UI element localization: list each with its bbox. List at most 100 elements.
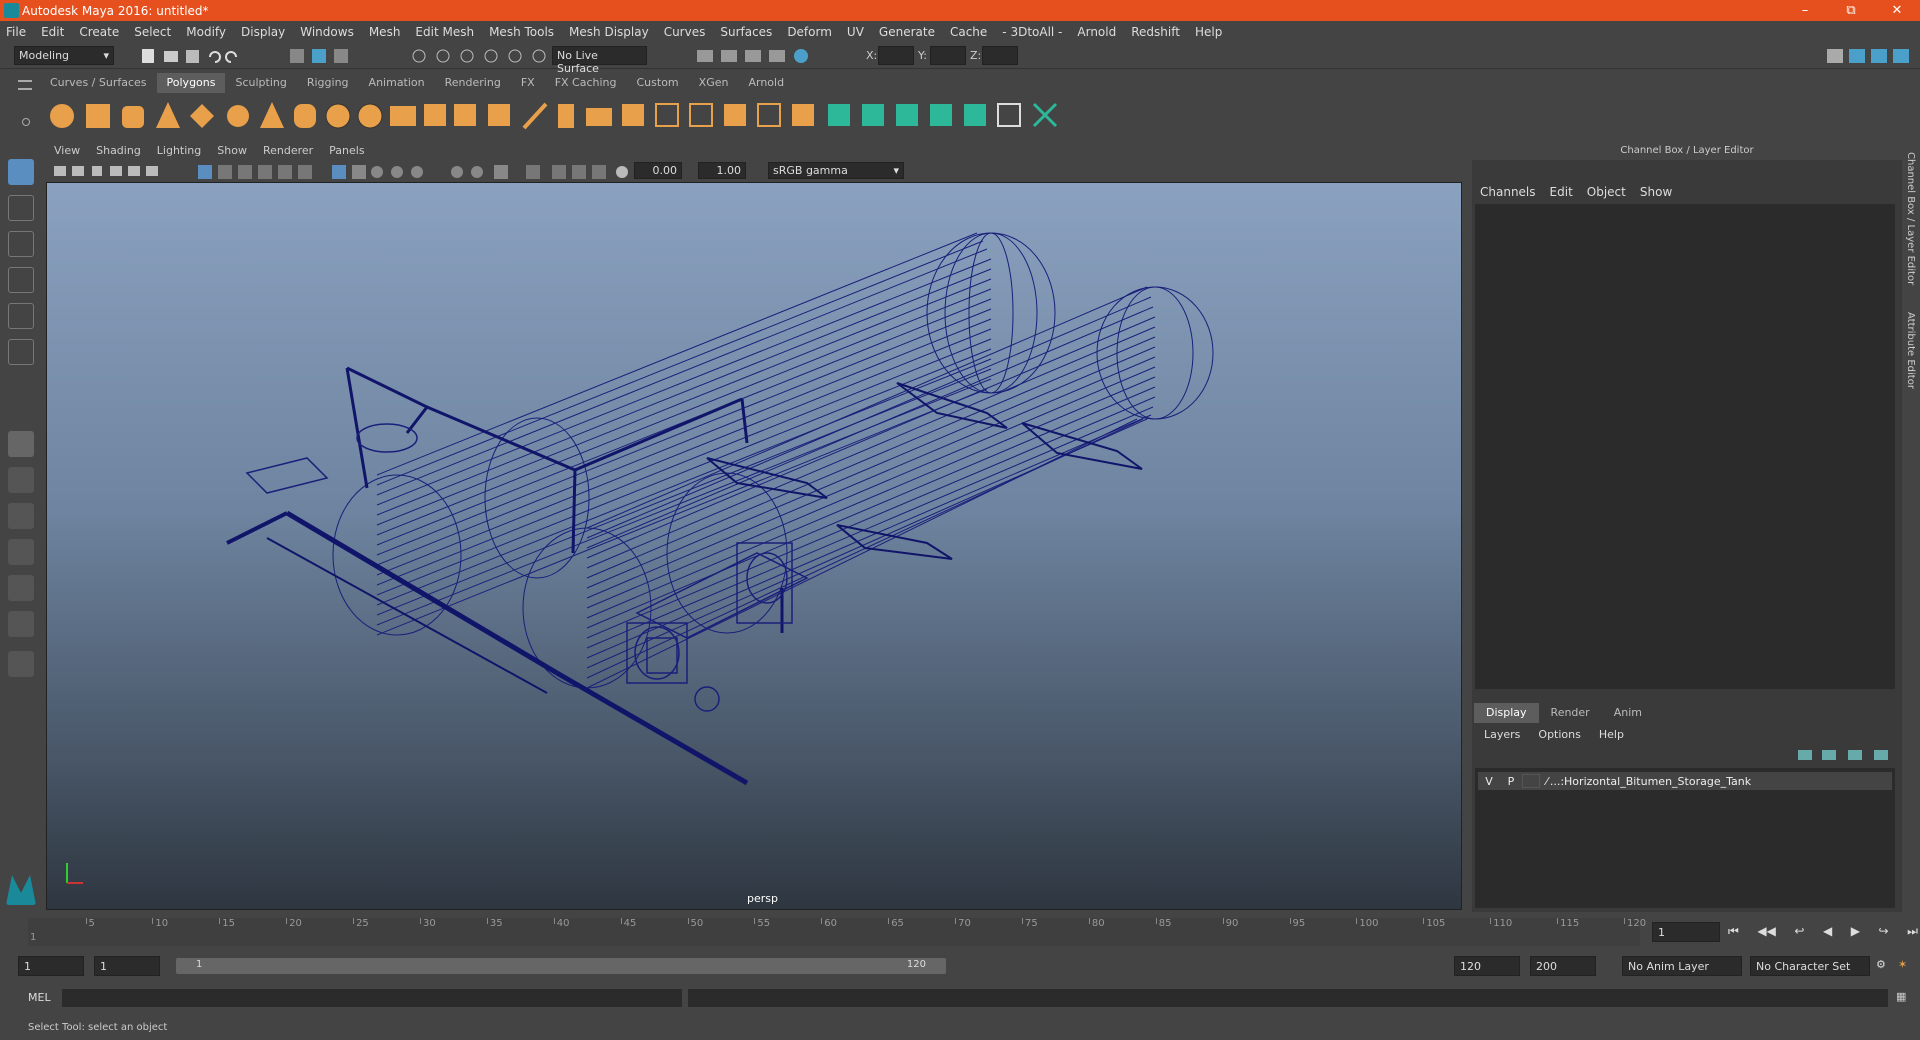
layer-playback-toggle[interactable]: P [1500, 775, 1522, 788]
layer-menu-layers[interactable]: Layers [1484, 726, 1520, 744]
start-time-field[interactable]: 1 [18, 956, 84, 976]
mode-dropdown[interactable]: Modeling ▾ [14, 46, 114, 65]
tab-custom[interactable]: Custom [627, 73, 689, 93]
vp-menu-view[interactable]: View [54, 142, 80, 160]
menu-redshift[interactable]: Redshift [1131, 25, 1180, 39]
layout-custom-icon[interactable] [8, 651, 34, 677]
viewport-toolbar-icons[interactable] [52, 162, 732, 184]
play-back-icon[interactable]: ◀ [1823, 924, 1832, 942]
render-icons[interactable] [695, 47, 815, 65]
script-editor-icon[interactable]: ▦ [1896, 990, 1906, 1003]
tab-animation[interactable]: Animation [359, 73, 435, 93]
menu-create[interactable]: Create [79, 25, 119, 39]
layout-single-icon[interactable] [8, 431, 34, 457]
restore-icon[interactable]: ⧉ [1828, 0, 1874, 21]
x-field[interactable] [878, 46, 914, 65]
shelf-icons[interactable] [40, 94, 1120, 136]
current-frame-field[interactable]: 1 [1652, 922, 1720, 942]
exposure-field[interactable]: 0.00 [634, 162, 682, 179]
tab-display[interactable]: Display [1474, 703, 1539, 723]
menu-deform[interactable]: Deform [787, 25, 832, 39]
side-tab-channel-box[interactable]: Channel Box / Layer Editor [1905, 152, 1916, 285]
tab-fx-caching[interactable]: FX Caching [545, 73, 627, 93]
character-set-dropdown[interactable]: No Character Set [1750, 956, 1870, 976]
layer-menu-help[interactable]: Help [1599, 726, 1624, 744]
menu-edit[interactable]: Edit [41, 25, 64, 39]
end-time-field[interactable]: 200 [1530, 956, 1596, 976]
file-tools-icons[interactable] [140, 47, 380, 65]
shelf-menu-icon[interactable] [18, 80, 32, 90]
perspective-viewport[interactable]: persp [46, 182, 1462, 910]
menu-surfaces[interactable]: Surfaces [720, 25, 772, 39]
vp-menu-shading[interactable]: Shading [96, 142, 141, 160]
auto-key-icon[interactable]: ⚙ [1876, 958, 1886, 971]
menu-edit-mesh[interactable]: Edit Mesh [415, 25, 474, 39]
z-field[interactable] [982, 46, 1018, 65]
vp-menu-panels[interactable]: Panels [329, 142, 364, 160]
menu-file[interactable]: File [6, 25, 26, 39]
layout-two-icon[interactable] [8, 503, 34, 529]
step-back-key-icon[interactable]: ◀◀ [1757, 924, 1775, 942]
menu-display[interactable]: Display [241, 25, 285, 39]
time-slider-track[interactable]: 1 5 10 15 20 25 30 35 40 45 50 55 60 65 70 75 80 85 90 95 1… [28, 918, 1646, 946]
tab-sculpting[interactable]: Sculpting [225, 73, 296, 93]
tab-render[interactable]: Render [1539, 703, 1602, 723]
menu-help[interactable]: Help [1195, 25, 1222, 39]
side-tab-attribute-editor[interactable]: Attribute Editor [1905, 312, 1916, 389]
snap-icons[interactable] [410, 47, 550, 65]
vp-menu-show[interactable]: Show [217, 142, 247, 160]
tab-rendering[interactable]: Rendering [435, 73, 511, 93]
menu-select[interactable]: Select [134, 25, 171, 39]
menu-modify[interactable]: Modify [186, 25, 226, 39]
layout-graph-icon[interactable] [8, 575, 34, 601]
rotate-tool-icon[interactable] [8, 303, 34, 329]
menu-3dtoall[interactable]: - 3DtoAll - [1002, 25, 1062, 39]
play-forward-icon[interactable]: ▶ [1851, 924, 1860, 942]
anim-layer-dropdown[interactable]: No Anim Layer [1622, 956, 1742, 976]
layer-row[interactable]: V P ⁄ ...:Horizontal_Bitumen_Storage_Tan… [1478, 772, 1892, 790]
step-forward-icon[interactable]: ↪ [1879, 924, 1889, 942]
range-slider[interactable]: 1 120 [176, 958, 946, 974]
menu-uv[interactable]: UV [847, 25, 864, 39]
tab-xgen[interactable]: XGen [689, 73, 739, 93]
tab-fx[interactable]: FX [511, 73, 545, 93]
layer-action-icons[interactable] [1796, 746, 1896, 764]
select-tool-icon[interactable] [8, 159, 34, 185]
minimize-icon[interactable]: – [1782, 0, 1828, 21]
tab-arnold[interactable]: Arnold [738, 73, 794, 93]
cb-menu-object[interactable]: Object [1587, 182, 1626, 202]
playback-start-field[interactable]: 1 [94, 956, 160, 976]
tab-polygons[interactable]: Polygons [156, 73, 226, 93]
tab-rigging[interactable]: Rigging [297, 73, 359, 93]
gamma-field[interactable]: 1.00 [698, 162, 746, 179]
layout-four-icon[interactable] [8, 467, 34, 493]
tab-anim[interactable]: Anim [1602, 703, 1654, 723]
channel-box-area[interactable] [1475, 204, 1895, 689]
go-to-start-icon[interactable]: ⏮ [1728, 924, 1739, 942]
move-tool-icon[interactable] [8, 267, 34, 293]
menu-mesh-tools[interactable]: Mesh Tools [489, 25, 554, 39]
command-input[interactable] [62, 989, 682, 1007]
layout-hypershade-icon[interactable] [8, 611, 34, 637]
tab-curves-surfaces[interactable]: Curves / Surfaces [40, 73, 157, 93]
vp-menu-lighting[interactable]: Lighting [157, 142, 201, 160]
cb-menu-show[interactable]: Show [1640, 182, 1672, 202]
layer-menu-options[interactable]: Options [1538, 726, 1580, 744]
layer-visibility-toggle[interactable]: V [1478, 775, 1500, 788]
cb-menu-channels[interactable]: Channels [1480, 182, 1536, 202]
prefs-icon[interactable]: ✶ [1898, 958, 1907, 971]
go-to-end-icon[interactable]: ⏭ [1907, 924, 1918, 942]
menu-generate[interactable]: Generate [879, 25, 935, 39]
layout-outliner-icon[interactable] [8, 539, 34, 565]
playback-end-field[interactable]: 120 [1454, 956, 1520, 976]
live-surface-field[interactable]: No Live Surface [552, 46, 647, 75]
menu-mesh[interactable]: Mesh [369, 25, 401, 39]
panel-toggle-icons[interactable] [1825, 47, 1915, 65]
menu-arnold[interactable]: Arnold [1077, 25, 1116, 39]
menu-curves[interactable]: Curves [664, 25, 706, 39]
lasso-tool-icon[interactable] [8, 195, 34, 221]
y-field[interactable] [930, 46, 966, 65]
close-icon[interactable]: ✕ [1874, 0, 1920, 21]
scale-tool-icon[interactable] [8, 339, 34, 365]
menu-windows[interactable]: Windows [300, 25, 354, 39]
